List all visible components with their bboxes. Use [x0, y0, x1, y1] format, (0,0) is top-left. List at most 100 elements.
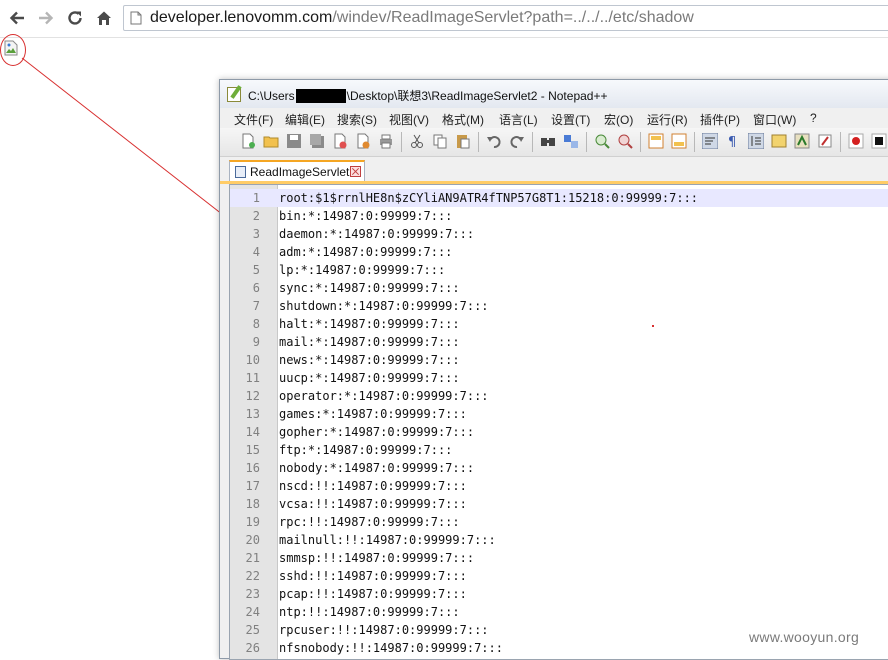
editor-line[interactable]: 13 games:*:14987:0:99999:7::: — [230, 405, 888, 423]
line-text: rpc:!!:14987:0:99999:7::: — [279, 515, 460, 529]
editor-line[interactable]: 22 sshd:!!:14987:0:99999:7::: — [230, 567, 888, 585]
window-title: C:\Users \Desktop\联想3\ReadImageServlet2 -… — [248, 87, 607, 104]
menu-macro[interactable]: 宏(O) — [604, 111, 633, 128]
line-text: mailnull:!!:14987:0:99999:7::: — [279, 533, 496, 547]
editor-line[interactable]: 21 smmsp:!!:14987:0:99999:7::: — [230, 549, 888, 567]
editor-line[interactable]: 12 operator:*:14987:0:99999:7::: — [230, 387, 888, 405]
redo-icon[interactable] — [509, 133, 525, 149]
line-text: nobody:*:14987:0:99999:7::: — [279, 461, 475, 475]
line-number: 1 — [252, 191, 260, 205]
stop-macro-icon[interactable] — [871, 133, 887, 149]
line-number: 22 — [245, 569, 260, 583]
zoom-out-icon[interactable] — [617, 133, 633, 149]
line-text: ftp:*:14987:0:99999:7::: — [279, 443, 453, 457]
line-number: 17 — [245, 479, 260, 493]
line-number: 3 — [252, 227, 260, 241]
menu-plugins[interactable]: 插件(P) — [700, 111, 740, 128]
find-icon[interactable] — [540, 133, 556, 149]
line-text: bin:*:14987:0:99999:7::: — [279, 209, 453, 223]
editor-line[interactable]: 24 ntp:!!:14987:0:99999:7::: — [230, 603, 888, 621]
menu-language[interactable]: 语言(L) — [499, 111, 538, 128]
line-text: gopher:*:14987:0:99999:7::: — [279, 425, 475, 439]
menu-window[interactable]: 窗口(W) — [753, 111, 796, 128]
line-text: pcap:!!:14987:0:99999:7::: — [279, 587, 467, 601]
line-number: 21 — [245, 551, 260, 565]
editor-line[interactable]: 6 sync:*:14987:0:99999:7::: — [230, 279, 888, 297]
line-text: operator:*:14987:0:99999:7::: — [279, 389, 489, 403]
editor-line[interactable]: 19 rpc:!!:14987:0:99999:7::: — [230, 513, 888, 531]
title-suffix: \Desktop\联想3\ReadImageServlet2 - Notepad… — [346, 89, 608, 103]
notepad-window: C:\Users \Desktop\联想3\ReadImageServlet2 -… — [219, 79, 888, 660]
open-folder-icon[interactable] — [263, 133, 279, 149]
new-file-icon[interactable] — [240, 133, 256, 149]
editor-line[interactable]: 9 mail:*:14987:0:99999:7::: — [230, 333, 888, 351]
menu-search[interactable]: 搜索(S) — [337, 111, 377, 128]
line-text: daemon:*:14987:0:99999:7::: — [279, 227, 475, 241]
word-wrap-icon[interactable] — [702, 133, 718, 149]
menu-settings[interactable]: 设置(T) — [551, 111, 590, 128]
editor-line[interactable]: 16 nobody:*:14987:0:99999:7::: — [230, 459, 888, 477]
toolbar-separator — [532, 132, 533, 152]
doc-map-icon[interactable] — [771, 133, 787, 149]
menu-format[interactable]: 格式(M) — [442, 111, 484, 128]
line-text: nfsnobody:!!:14987:0:99999:7::: — [279, 641, 503, 655]
line-number: 25 — [245, 623, 260, 637]
sync-vertical-icon[interactable] — [648, 133, 664, 149]
line-text: adm:*:14987:0:99999:7::: — [279, 245, 453, 259]
editor-line[interactable]: 23 pcap:!!:14987:0:99999:7::: — [230, 585, 888, 603]
undo-icon[interactable] — [486, 133, 502, 149]
menu-file[interactable]: 文件(F) — [234, 111, 273, 128]
record-macro-icon[interactable] — [848, 133, 864, 149]
editor-line[interactable]: 17 nscd:!!:14987:0:99999:7::: — [230, 477, 888, 495]
cut-icon[interactable] — [409, 133, 425, 149]
replace-icon[interactable] — [563, 133, 579, 149]
toolbar-separator — [694, 132, 695, 152]
notepad-app-icon — [227, 87, 241, 102]
watermark: www.wooyun.org — [749, 629, 860, 645]
close-all-icon[interactable] — [355, 133, 371, 149]
indent-guide-icon[interactable] — [748, 133, 764, 149]
line-number: 4 — [252, 245, 260, 259]
show-all-chars-icon[interactable]: ¶ — [725, 133, 741, 149]
tab-readimageservlet2[interactable]: ReadImageServlet2 — [229, 160, 365, 181]
tab-bar: ReadImageServlet2 — [220, 157, 888, 184]
editor-line[interactable]: 4 adm:*:14987:0:99999:7::: — [230, 243, 888, 261]
editor-line[interactable]: 1 root:$1$rrnlHE8n$zCYliAN9ATR4fTNP57G8T1… — [230, 189, 888, 207]
menu-help[interactable]: ? — [810, 111, 817, 125]
folder-workspace-icon[interactable] — [817, 133, 833, 149]
editor-line[interactable]: 3 daemon:*:14987:0:99999:7::: — [230, 225, 888, 243]
editor-line[interactable]: 8 halt:*:14987:0:99999:7::: — [230, 315, 888, 333]
toolbar-separator — [586, 132, 587, 152]
editor-line[interactable]: 7 shutdown:*:14987:0:99999:7::: — [230, 297, 888, 315]
line-number: 6 — [252, 281, 260, 295]
menu-view[interactable]: 视图(V) — [389, 111, 429, 128]
function-list-icon[interactable] — [794, 133, 810, 149]
editor-line[interactable]: 20 mailnull:!!:14987:0:99999:7::: — [230, 531, 888, 549]
menu-run[interactable]: 运行(R) — [647, 111, 688, 128]
editor-line[interactable]: 14 gopher:*:14987:0:99999:7::: — [230, 423, 888, 441]
save-all-icon[interactable] — [309, 133, 325, 149]
file-icon — [235, 166, 246, 178]
editor-line[interactable]: 15 ftp:*:14987:0:99999:7::: — [230, 441, 888, 459]
close-tab-icon[interactable] — [350, 166, 361, 177]
editor-line[interactable]: 11 uucp:*:14987:0:99999:7::: — [230, 369, 888, 387]
menu-edit[interactable]: 编辑(E) — [285, 111, 325, 128]
line-number: 24 — [245, 605, 260, 619]
close-file-icon[interactable] — [332, 133, 348, 149]
text-editor[interactable]: 1 root:$1$rrnlHE8n$zCYliAN9ATR4fTNP57G8T1… — [229, 184, 888, 660]
editor-line[interactable]: 2 bin:*:14987:0:99999:7::: — [230, 207, 888, 225]
toolbar-separator — [478, 132, 479, 152]
zoom-in-icon[interactable] — [594, 133, 610, 149]
toolbar: ¶ — [220, 128, 888, 157]
line-number: 5 — [252, 263, 260, 277]
line-number: 15 — [245, 443, 260, 457]
line-text: lp:*:14987:0:99999:7::: — [279, 263, 446, 277]
copy-icon[interactable] — [432, 133, 448, 149]
editor-line[interactable]: 18 vcsa:!!:14987:0:99999:7::: — [230, 495, 888, 513]
editor-line[interactable]: 5 lp:*:14987:0:99999:7::: — [230, 261, 888, 279]
editor-line[interactable]: 10 news:*:14987:0:99999:7::: — [230, 351, 888, 369]
sync-horizontal-icon[interactable] — [671, 133, 687, 149]
print-icon[interactable] — [378, 133, 394, 149]
save-icon[interactable] — [286, 133, 302, 149]
paste-icon[interactable] — [455, 133, 471, 149]
